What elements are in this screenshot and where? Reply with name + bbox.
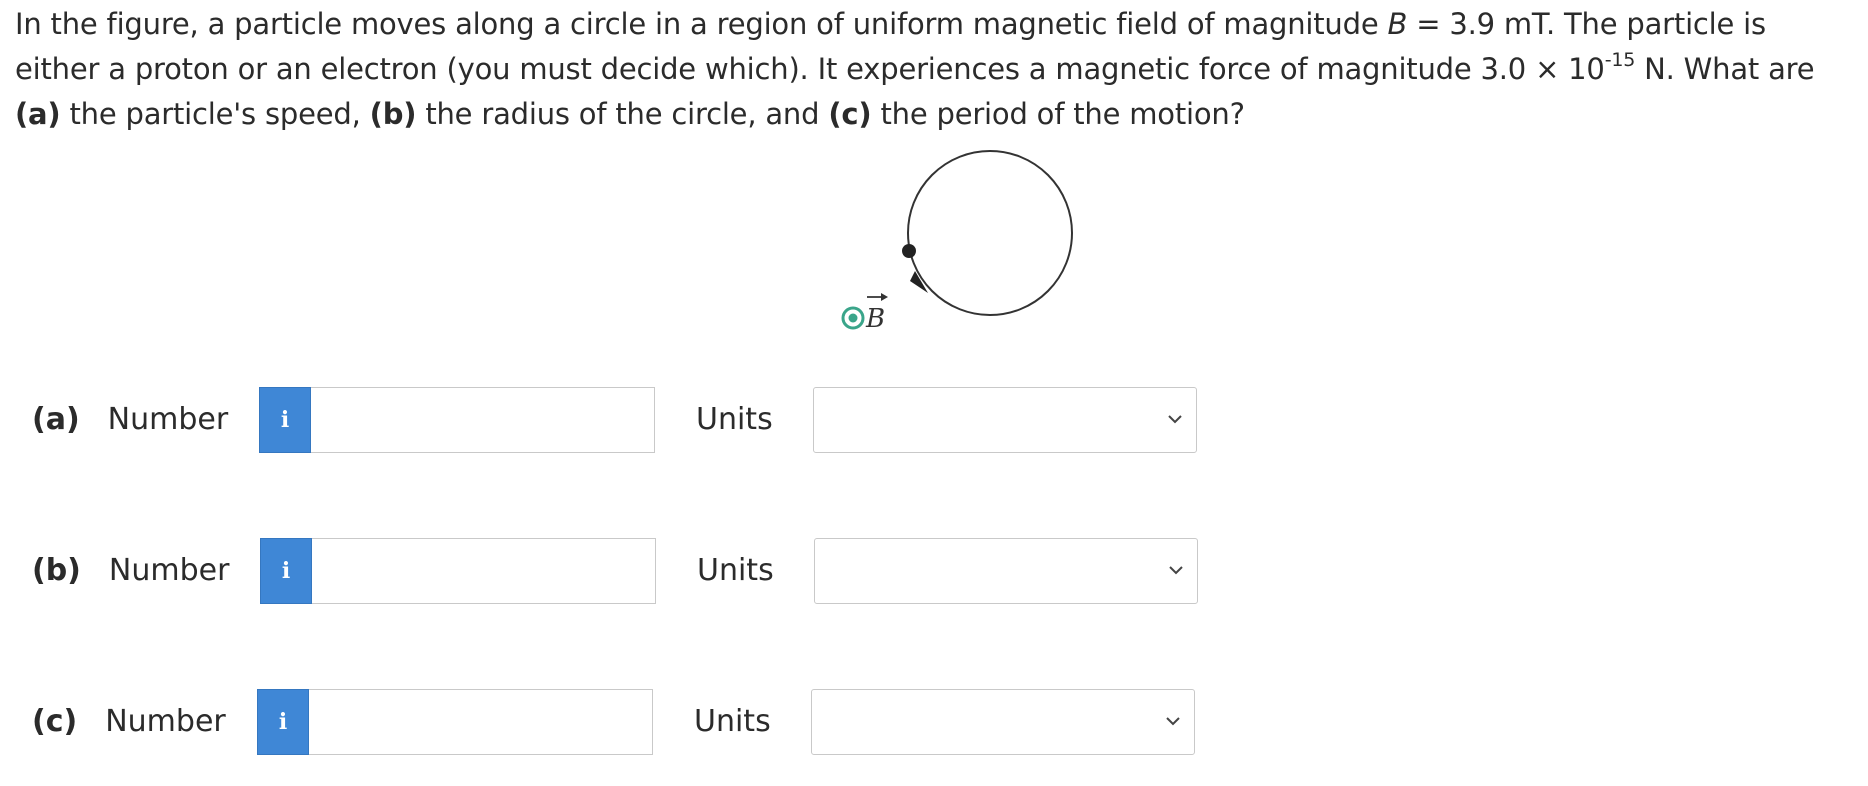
- chevron-down-icon: [1169, 566, 1183, 575]
- vector-arrow-icon: [867, 293, 888, 301]
- number-input-a[interactable]: [311, 387, 655, 453]
- units-select-b[interactable]: [814, 538, 1198, 604]
- units-label-c: Units: [694, 704, 771, 739]
- answer-label-a: (a) Number: [32, 402, 229, 437]
- chevron-down-icon: [1168, 415, 1182, 424]
- units-select-c[interactable]: [811, 689, 1195, 755]
- circular-motion-figure: B: [841, 150, 1073, 334]
- answer-label-c: (c) Number: [32, 704, 226, 739]
- particle-dot: [902, 244, 916, 258]
- chevron-down-icon: [1166, 717, 1180, 726]
- orbit-circle: [907, 150, 1073, 316]
- answer-label-b: (b) Number: [32, 553, 230, 588]
- answer-row-a: (a) Number i Units: [0, 387, 1868, 453]
- part-a-tag: (a): [15, 97, 61, 131]
- answer-row-c: (c) Number i Units: [0, 689, 1868, 755]
- part-c-tag: (c): [828, 97, 872, 131]
- answer-row-b: (b) Number i Units: [0, 538, 1868, 604]
- exponent: -15: [1604, 49, 1636, 72]
- info-button-b[interactable]: i: [260, 538, 312, 604]
- info-button-c[interactable]: i: [257, 689, 309, 755]
- number-input-c[interactable]: [309, 689, 653, 755]
- field-variable: B: [1387, 7, 1408, 41]
- question-text: In the figure, a particle moves along a …: [15, 7, 1815, 131]
- units-select-a[interactable]: [813, 387, 1197, 453]
- number-input-b[interactable]: [312, 538, 656, 604]
- part-b-tag: (b): [369, 97, 417, 131]
- units-label-b: Units: [697, 553, 774, 588]
- field-label: B: [865, 304, 885, 334]
- field-out-of-page-icon: [841, 306, 865, 330]
- units-label-a: Units: [696, 402, 773, 437]
- info-button-a[interactable]: i: [259, 387, 311, 453]
